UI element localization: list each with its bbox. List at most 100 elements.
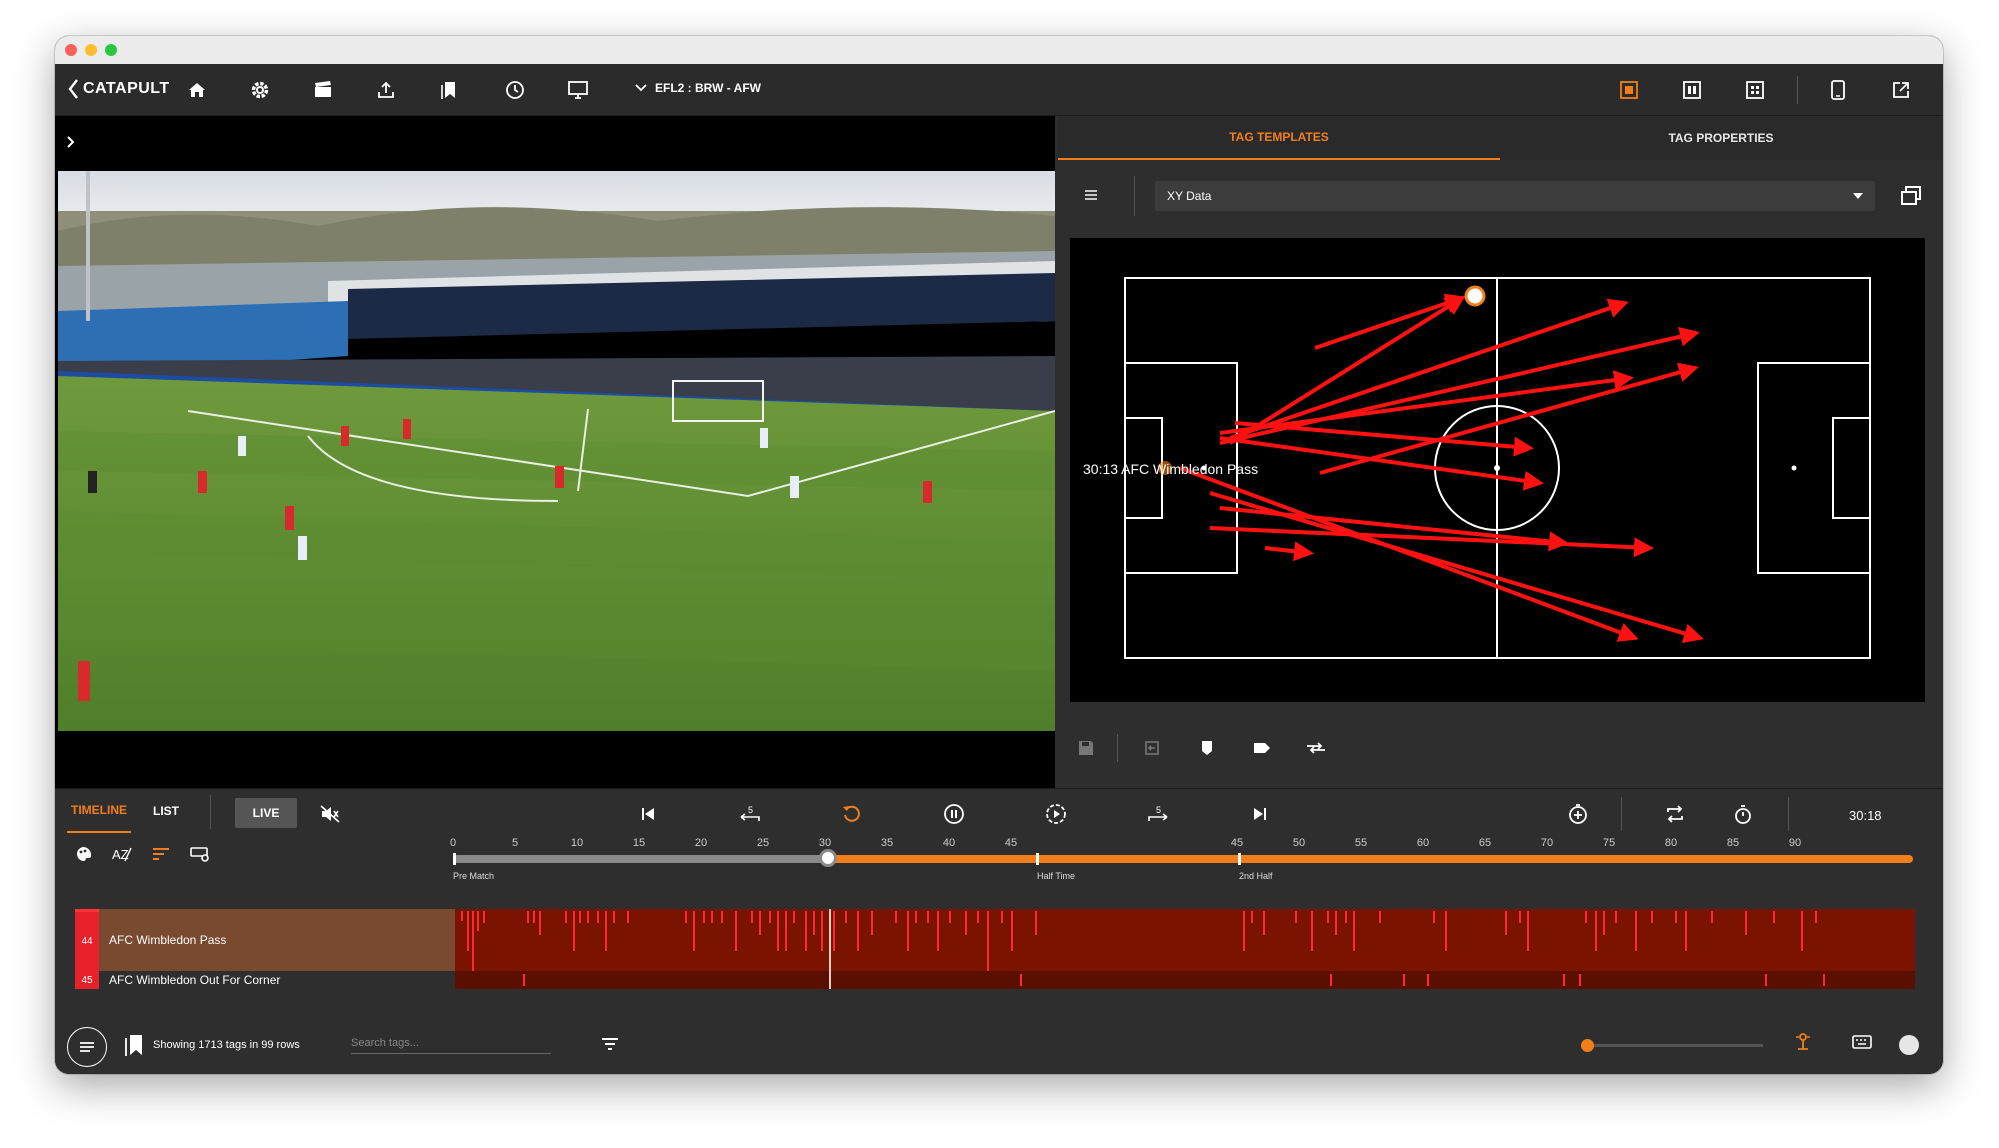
- keyboard-shortcuts-button[interactable]: [1851, 1033, 1873, 1051]
- replay-button[interactable]: [839, 801, 865, 827]
- tag-row[interactable]: 45 AFC Wimbledon Out For Corner: [75, 971, 1935, 989]
- template-select[interactable]: XY Data: [1155, 181, 1875, 211]
- template-menu-button[interactable]: [1082, 186, 1100, 204]
- skip-to-start-button[interactable]: [635, 801, 661, 827]
- swap-arrows-icon: [1307, 742, 1325, 754]
- current-time: 30:18: [1849, 808, 1882, 823]
- pop-out-button[interactable]: [1889, 78, 1913, 102]
- playhead-handle[interactable]: [819, 849, 837, 867]
- add-marker-button[interactable]: [1565, 801, 1591, 827]
- monitor-icon: [568, 81, 588, 99]
- import-icon: [1145, 741, 1159, 755]
- tag-count-status: Showing 1713 tags in 99 rows: [153, 1039, 300, 1051]
- tick-label: 35: [880, 837, 894, 849]
- zoom-slider-handle[interactable]: [1581, 1039, 1594, 1052]
- bookmark-filter-button[interactable]: [123, 1033, 145, 1057]
- selected-pass-end-marker[interactable]: [1464, 285, 1486, 307]
- tick-label: 55: [1354, 837, 1368, 849]
- tag-menu-button[interactable]: [67, 1027, 107, 1067]
- bookmarks-button[interactable]: [437, 78, 461, 102]
- segment-label: Pre Match: [453, 871, 495, 881]
- mute-button[interactable]: [317, 801, 343, 827]
- tick-label: 5: [511, 837, 519, 849]
- shield-icon: [1202, 741, 1212, 755]
- xy-pitch-view[interactable]: 30:13 AFC Wimbledon Pass: [1070, 238, 1925, 702]
- label-tag-button[interactable]: [1250, 736, 1274, 760]
- tag-row[interactable]: 44 AFC Wimbledon Pass: [75, 909, 1935, 971]
- slow-play-icon: [1046, 804, 1066, 824]
- remaining-track: [828, 855, 1913, 863]
- template-row: XY Data: [1058, 176, 1943, 216]
- minimize-window-button[interactable]: [85, 44, 97, 56]
- keyboard-icon: [1852, 1035, 1872, 1049]
- skip-to-end-button[interactable]: [1247, 801, 1273, 827]
- single-layout-icon: [1620, 81, 1638, 99]
- filter-button[interactable]: [600, 1035, 620, 1053]
- import-button[interactable]: [1140, 736, 1164, 760]
- tag-events-track[interactable]: [455, 971, 1915, 989]
- status-bar: Showing 1713 tags in 99 rows: [55, 1015, 1943, 1074]
- tag-row-label: AFC Wimbledon Out For Corner: [109, 973, 281, 987]
- upload-button[interactable]: [374, 78, 398, 102]
- tag-events-track[interactable]: [455, 909, 1915, 971]
- expand-sidebar-button[interactable]: [65, 136, 77, 148]
- tab-tag-properties[interactable]: TAG PROPERTIES: [1500, 116, 1942, 160]
- timeline-scrubber[interactable]: 0 5 10 15 20 25 30 35 40 45 45 50 55 60 …: [449, 837, 1913, 887]
- tablet-button[interactable]: [1826, 78, 1850, 102]
- clock-divider: [1788, 797, 1789, 831]
- label-icon: [1254, 743, 1270, 753]
- tag-row-label: AFC Wimbledon Pass: [109, 933, 227, 947]
- home-button[interactable]: [185, 78, 209, 102]
- template-print-button[interactable]: [1899, 184, 1923, 208]
- sort-alpha-button[interactable]: AZ: [111, 845, 133, 863]
- grid-layout-button[interactable]: [1743, 78, 1767, 102]
- shield-tag-button[interactable]: [1195, 736, 1219, 760]
- stopwatch-button[interactable]: [1730, 801, 1756, 827]
- colour-button[interactable]: [75, 845, 93, 863]
- match-selector[interactable]: EFL2 : BRW - AFW: [635, 81, 761, 95]
- actions-divider: [1117, 734, 1118, 762]
- centre-spot: [1494, 465, 1500, 471]
- main-toolbar: CATAPULT EFL2 : BRW - AFW: [55, 64, 1943, 116]
- history-button[interactable]: [503, 78, 527, 102]
- tick-label: 75: [1602, 837, 1616, 849]
- forward-5-button[interactable]: 5: [1145, 801, 1171, 827]
- tab-list[interactable]: LIST: [153, 789, 179, 833]
- live-button[interactable]: LIVE: [235, 798, 297, 828]
- swap-direction-button[interactable]: [1304, 736, 1328, 760]
- display-button[interactable]: [566, 78, 590, 102]
- match-name: EFL2 : BRW - AFW: [655, 81, 761, 95]
- tab-timeline[interactable]: TIMELINE: [67, 789, 131, 833]
- tick-label: 0: [449, 837, 457, 849]
- save-tag-button[interactable]: [1074, 736, 1098, 760]
- back-5-button[interactable]: 5: [737, 801, 763, 827]
- second-half-marker: [1238, 853, 1241, 865]
- add-timer-icon: [1569, 804, 1587, 824]
- tab-tag-templates[interactable]: TAG TEMPLATES: [1058, 116, 1500, 160]
- record-status-indicator[interactable]: [1899, 1035, 1919, 1055]
- close-window-button[interactable]: [65, 44, 77, 56]
- pause-button[interactable]: [941, 801, 967, 827]
- tag-actions: [1058, 726, 1943, 770]
- segment-label: 2nd Half: [1239, 871, 1273, 881]
- tag-row-number: 44: [75, 909, 99, 971]
- clapperboard-icon: [315, 81, 331, 97]
- pin-button[interactable]: [1793, 1031, 1813, 1053]
- forward-5-icon: 5: [1148, 805, 1168, 821]
- sort-order-button[interactable]: [151, 845, 171, 863]
- search-tags-input[interactable]: [351, 1032, 551, 1054]
- pitch-diagram: 30:13 AFC Wimbledon Pass: [1083, 277, 1871, 659]
- tick-label: 85: [1726, 837, 1740, 849]
- zoom-slider-track[interactable]: [1581, 1039, 1763, 1052]
- split-layout-button[interactable]: [1680, 78, 1704, 102]
- clips-button[interactable]: [311, 78, 335, 102]
- single-layout-button[interactable]: [1617, 78, 1641, 102]
- filter-rows-button[interactable]: [189, 845, 211, 863]
- tick-label: 25: [756, 837, 770, 849]
- split-layout-icon: [1683, 81, 1701, 99]
- video-player[interactable]: [58, 171, 1055, 731]
- slow-play-button[interactable]: [1043, 801, 1069, 827]
- loop-button[interactable]: [1662, 801, 1688, 827]
- maximize-window-button[interactable]: [105, 44, 117, 56]
- settings-button[interactable]: [248, 78, 272, 102]
